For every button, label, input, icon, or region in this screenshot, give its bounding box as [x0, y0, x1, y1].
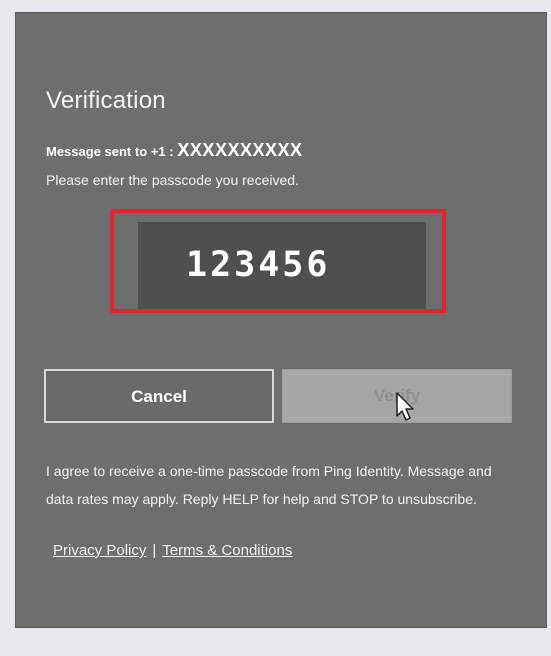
terms-conditions-link[interactable]: Terms & Conditions [162, 542, 292, 559]
page-background: Verification Message sent to +1 : XXXXXX… [0, 0, 551, 656]
cancel-button[interactable]: Cancel [44, 369, 274, 423]
legal-links: Privacy Policy | Terms & Conditions [53, 542, 292, 559]
privacy-policy-link[interactable]: Privacy Policy [53, 542, 146, 559]
passcode-instruction: Please enter the passcode you received. [46, 172, 299, 188]
message-sent-label: Message sent to +1 : [46, 144, 174, 159]
link-separator: | [152, 542, 157, 559]
message-sent-line: Message sent to +1 : XXXXXXXXXX [46, 140, 302, 161]
masked-phone-number: XXXXXXXXXX [177, 140, 303, 160]
dialog-title: Verification [46, 87, 166, 114]
verification-dialog: Verification Message sent to +1 : XXXXXX… [15, 12, 547, 628]
consent-text: I agree to receive a one-time passcode f… [46, 463, 492, 507]
mouse-cursor-icon [396, 392, 414, 421]
passcode-input[interactable]: 123456 [138, 222, 426, 309]
